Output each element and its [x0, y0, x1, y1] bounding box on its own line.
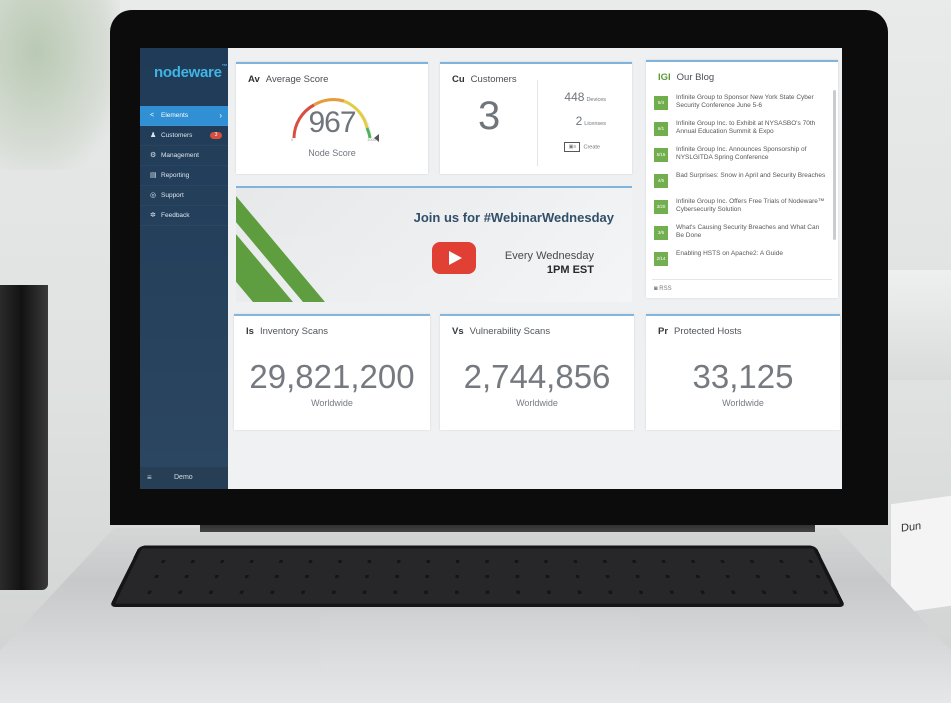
card-header: Pr Protected Hosts [658, 326, 742, 337]
customers-count: 3 [478, 94, 501, 138]
sidebar-item-reporting[interactable]: ▤ Reporting [140, 166, 228, 186]
blog-card: IGI Our Blog 6/4 Infinite Group to Sponsor… [646, 60, 838, 298]
card-header: IGI Our Blog [658, 72, 715, 83]
sidebar-item-label: Customers [161, 132, 193, 139]
card-header: Is Inventory Scans [246, 326, 329, 337]
sidebar-item-elements[interactable]: < Elements › [140, 106, 228, 126]
hamburger-icon[interactable]: ≡ [147, 467, 152, 489]
webinar-banner[interactable]: Join us for #WebinarWednesday Every Wedn… [236, 186, 632, 302]
sidebar-nav: < Elements › ♟ Customers 3 ⚙ Management ▤ Re… [140, 106, 228, 226]
background-box [881, 270, 951, 380]
vulnerability-scans-card: Vs Vulnerability Scans 2,744,856 Worldwid… [440, 314, 634, 430]
paper-text: Dun [901, 519, 922, 535]
webinar-headline: Join us for #WebinarWednesday [413, 210, 614, 225]
nodeware-logo[interactable]: nodeware™ [154, 64, 228, 104]
sidebar-item-customers[interactable]: ♟ Customers 3 [140, 126, 228, 146]
webinar-time: 1PM EST [546, 264, 594, 276]
licenses-stat: 2 Licenses [575, 114, 606, 128]
lifebuoy-icon: ◎ [150, 192, 157, 199]
webinar-day: Every Wednesday [504, 250, 594, 262]
sidebar: nodeware™ < Elements › ♟ Customers 3 ⚙ Mana… [140, 48, 228, 489]
report-icon: ▤ [150, 172, 157, 179]
blog-post[interactable]: 3/6 What's Causing Security Breaches and … [654, 224, 828, 250]
keyboard [109, 545, 846, 608]
coffee-mug [0, 285, 48, 590]
blog-post[interactable]: 6/4 Infinite Group to Sponsor New York St… [654, 94, 828, 120]
devices-stat: 448 Devices [564, 90, 606, 104]
protected-hosts-label: Worldwide [722, 398, 764, 408]
sidebar-item-support[interactable]: ◎ Support [140, 186, 228, 206]
rss-link[interactable]: ◙ RSS [654, 286, 672, 292]
inventory-scans-label: Worldwide [311, 398, 353, 408]
divider [537, 80, 538, 166]
gears-icon: ⚙ [150, 152, 157, 159]
customers-card[interactable]: Cu Customers 3 448 Devices 2 Licenses ▣≡ Cre… [440, 62, 632, 174]
blog-scrollbar[interactable] [833, 90, 836, 240]
share-icon: < [150, 112, 155, 119]
id-card-icon: ▣≡ [564, 142, 581, 152]
blog-post[interactable]: 4/6 Bad Surprises: Snow in April and Secu… [654, 172, 828, 198]
sidebar-item-label: Management [161, 152, 199, 159]
blog-post[interactable]: 5/15 Infinite Group Inc. Announces Sponso… [654, 146, 828, 172]
background-plant [0, 0, 120, 170]
dashboard-screen: nodeware™ < Elements › ♟ Customers 3 ⚙ Mana… [140, 48, 842, 489]
create-button[interactable]: ▣≡ Create [564, 142, 600, 152]
inventory-scans-card: Is Inventory Scans 29,821,200 Worldwide [234, 314, 430, 430]
logo-text: nodeware [154, 64, 222, 81]
demo-label: Demo [174, 474, 193, 481]
node-score-label: Node Score [308, 148, 356, 158]
gear-icon: ✲ [150, 212, 156, 219]
protected-hosts-value: 33,125 [692, 358, 794, 395]
card-header: Cu Customers [452, 74, 517, 85]
sidebar-item-label: Reporting [161, 172, 190, 179]
sidebar-item-management[interactable]: ⚙ Management [140, 146, 228, 166]
vulnerability-scans-label: Worldwide [516, 398, 558, 408]
chevron-right-icon: › [219, 111, 222, 120]
youtube-play-button[interactable] [432, 242, 476, 274]
vulnerability-scans-value: 2,744,856 [463, 358, 611, 395]
average-score-card: Av Average Score 0 1000 967 Node Score [236, 62, 428, 174]
blog-post[interactable]: 6/1 Infinite Group Inc. to Exhibit at NYS… [654, 120, 828, 146]
node-score-value: 967 [308, 106, 356, 139]
blog-post[interactable]: 3/20 Infinite Group Inc. Offers Free Tria… [654, 198, 828, 224]
sidebar-footer[interactable]: ≡ Demo [140, 467, 228, 489]
sidebar-item-label: Elements [161, 112, 189, 119]
play-icon [449, 251, 462, 265]
sidebar-item-feedback[interactable]: ✲ Feedback [140, 206, 228, 226]
users-icon: ♟ [150, 132, 157, 139]
sidebar-item-label: Support [161, 192, 184, 199]
sidebar-item-label: Feedback [161, 212, 190, 219]
customers-badge: 3 [210, 132, 222, 139]
inventory-scans-value: 29,821,200 [249, 358, 415, 395]
blog-post[interactable]: 2/14 Enabling HSTS on Apache2: A Guide [654, 250, 828, 276]
card-header: Av Average Score [248, 74, 329, 85]
divider [652, 279, 832, 280]
trackpad [320, 612, 640, 670]
card-header: Vs Vulnerability Scans [452, 326, 551, 337]
protected-hosts-card: Pr Protected Hosts 33,125 Worldwide [646, 314, 840, 430]
